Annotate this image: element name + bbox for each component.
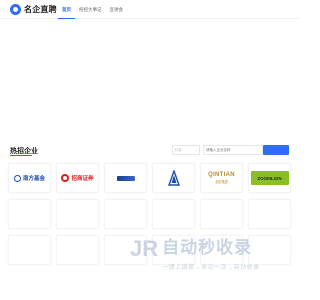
nav-item-home[interactable]: 首页 <box>58 0 75 19</box>
qintian-subname: 全田集团 <box>215 180 228 184</box>
company-card-empty[interactable] <box>56 199 99 229</box>
watermark-logo: JR <box>130 236 159 261</box>
zhaoshang-logo: 招商证券 <box>61 174 94 182</box>
company-card-zoomlion[interactable]: ZOOMLION <box>248 163 291 193</box>
company-card-bar-logo[interactable] <box>104 163 147 193</box>
watermark-text: 自动秒收录 一键上链接→来访一次→自动收录 <box>162 238 260 271</box>
nanfang-mark-icon <box>13 174 21 182</box>
nanfang-name: 南方基金 <box>22 176 45 182</box>
watermark: JR 自动秒收录 一键上链接→来访一次→自动收录 <box>130 236 260 272</box>
company-card-empty[interactable] <box>56 235 99 265</box>
page: 名企直聘 首页 校招大事记 宣讲会 热招企业 行业 南方基金 招商证券 <box>0 0 300 300</box>
section-underline <box>10 155 32 156</box>
company-card-empty[interactable] <box>200 199 243 229</box>
triangle-logo-icon <box>167 170 180 186</box>
qintian-logo: QINTIAN 全田集团 <box>208 172 235 184</box>
site-logo[interactable]: 名企直聘 <box>10 4 57 15</box>
company-card-empty[interactable] <box>248 199 291 229</box>
main-nav: 首页 校招大事记 宣讲会 <box>58 0 127 19</box>
nanfang-logo: 南方基金 <box>13 174 45 182</box>
company-card-zhaoshang[interactable]: 招商证券 <box>56 163 99 193</box>
watermark-subtitle: 一键上链接→来访一次→自动收录 <box>162 265 260 271</box>
qintian-name: QINTIAN <box>208 172 235 178</box>
company-card-empty[interactable] <box>8 199 51 229</box>
company-card-empty[interactable] <box>152 199 195 229</box>
blue-bar-logo-icon <box>116 175 135 181</box>
nav-item-presentations[interactable]: 宣讲会 <box>106 0 128 19</box>
company-card-empty[interactable] <box>104 199 147 229</box>
logo-text: 名企直聘 <box>24 5 57 14</box>
industry-select[interactable]: 行业 <box>172 145 200 155</box>
zoomlion-name: ZOOMLION <box>257 175 282 181</box>
watermark-title: 自动秒收录 <box>162 238 253 257</box>
company-card-empty[interactable] <box>8 235 51 265</box>
company-search-input[interactable] <box>203 145 263 155</box>
company-card-nanfang[interactable]: 南方基金 <box>8 163 51 193</box>
top-header: 名企直聘 首页 校招大事记 宣讲会 <box>0 0 300 19</box>
zhaoshang-mark-icon <box>61 174 70 182</box>
search-button[interactable] <box>263 145 289 155</box>
company-card-triangle[interactable] <box>152 163 195 193</box>
nav-item-campus-events[interactable]: 校招大事记 <box>75 0 106 19</box>
logo-icon <box>10 4 21 15</box>
zhaoshang-name: 招商证券 <box>71 176 94 182</box>
company-card-qintian[interactable]: QINTIAN 全田集团 <box>200 163 243 193</box>
zoomlion-logo: ZOOMLION <box>250 171 289 185</box>
